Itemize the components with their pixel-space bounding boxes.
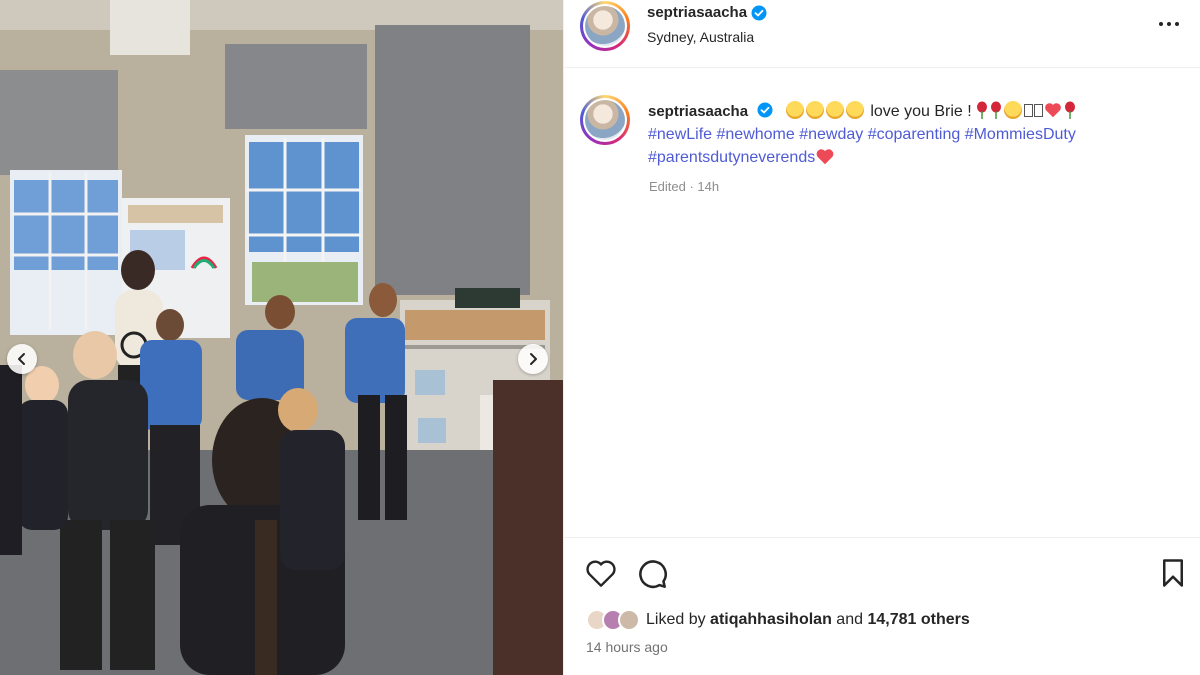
grin-sweat-emoji-icon <box>845 101 864 119</box>
laughing-emoji-icon <box>805 101 824 119</box>
hashtags-line-2: #parentsdutyneverends <box>648 146 1178 169</box>
caption-line-1: septriasaacha love you Brie ! <box>648 100 1178 123</box>
hashtag-link[interactable]: #MommiesDuty <box>965 126 1076 143</box>
missing-glyph-icon <box>1024 104 1034 117</box>
post-media[interactable] <box>0 0 563 675</box>
post-header: septriasaacha Sydney, Australia <box>564 0 1200 68</box>
hashtag-link[interactable]: #newday <box>799 126 863 143</box>
hashtag-link[interactable]: #newhome <box>717 126 795 143</box>
carousel-prev-button[interactable] <box>7 344 37 374</box>
rofl-emoji-icon <box>825 101 844 119</box>
liked-by-others[interactable]: 14,781 others <box>867 611 969 629</box>
liked-by-prefix: Liked by <box>646 611 706 628</box>
verified-badge-icon <box>751 5 767 20</box>
author-username[interactable]: septriasaacha <box>647 4 747 21</box>
post-details-panel: septriasaacha Sydney, Australia septrias… <box>563 0 1200 675</box>
classroom-photo <box>0 0 563 675</box>
edited-timestamp: Edited · 14h <box>649 179 720 194</box>
avatar <box>618 609 640 631</box>
liker-avatars <box>586 609 640 631</box>
caption-text: love you Brie ! <box>870 103 972 120</box>
verified-badge-icon <box>757 102 773 118</box>
liked-by-and: and <box>836 611 863 628</box>
more-horizontal-icon[interactable] <box>1154 14 1184 34</box>
bookmark-icon[interactable] <box>1159 558 1187 588</box>
red-heart-icon <box>1045 103 1062 118</box>
rose-emoji-icon <box>991 101 1002 119</box>
hashtag-link[interactable]: #coparenting <box>868 126 961 143</box>
post-actions: Liked by atiqahhasiholan and 14,781 othe… <box>564 537 1200 675</box>
rose-emoji-icon <box>1065 101 1076 119</box>
post-time-ago[interactable]: 14 hours ago <box>586 639 668 655</box>
comment-bubble-icon[interactable] <box>636 558 668 590</box>
instagram-post: septriasaacha Sydney, Australia septrias… <box>0 0 1200 675</box>
post-caption: septriasaacha love you Brie ! #newLife #… <box>648 100 1178 169</box>
red-heart-icon <box>816 149 834 165</box>
laughing-emoji-icon <box>785 101 804 119</box>
liked-by-user[interactable]: atiqahhasiholan <box>710 611 832 629</box>
likes-summary[interactable]: Liked by atiqahhasiholan and 14,781 othe… <box>586 609 970 631</box>
missing-glyph-icon <box>1034 104 1044 117</box>
hashtag-link[interactable]: #newLife <box>648 126 712 143</box>
caption-avatar[interactable] <box>580 95 630 145</box>
chevron-left-icon <box>18 353 25 365</box>
carousel-next-button[interactable] <box>518 344 548 374</box>
hashtags-line-1: #newLife #newhome #newday #coparenting #… <box>648 123 1178 146</box>
hashtag-link[interactable]: #parentsdutyneverends <box>648 149 815 166</box>
author-name-row: septriasaacha <box>647 4 767 21</box>
rose-emoji-icon <box>977 101 988 119</box>
post-location[interactable]: Sydney, Australia <box>647 29 754 45</box>
heart-outline-icon[interactable] <box>585 558 617 588</box>
caption-username[interactable]: septriasaacha <box>648 103 748 120</box>
author-avatar[interactable] <box>580 1 630 51</box>
chevron-right-icon <box>530 353 537 365</box>
laughing-emoji-icon <box>1004 101 1023 119</box>
